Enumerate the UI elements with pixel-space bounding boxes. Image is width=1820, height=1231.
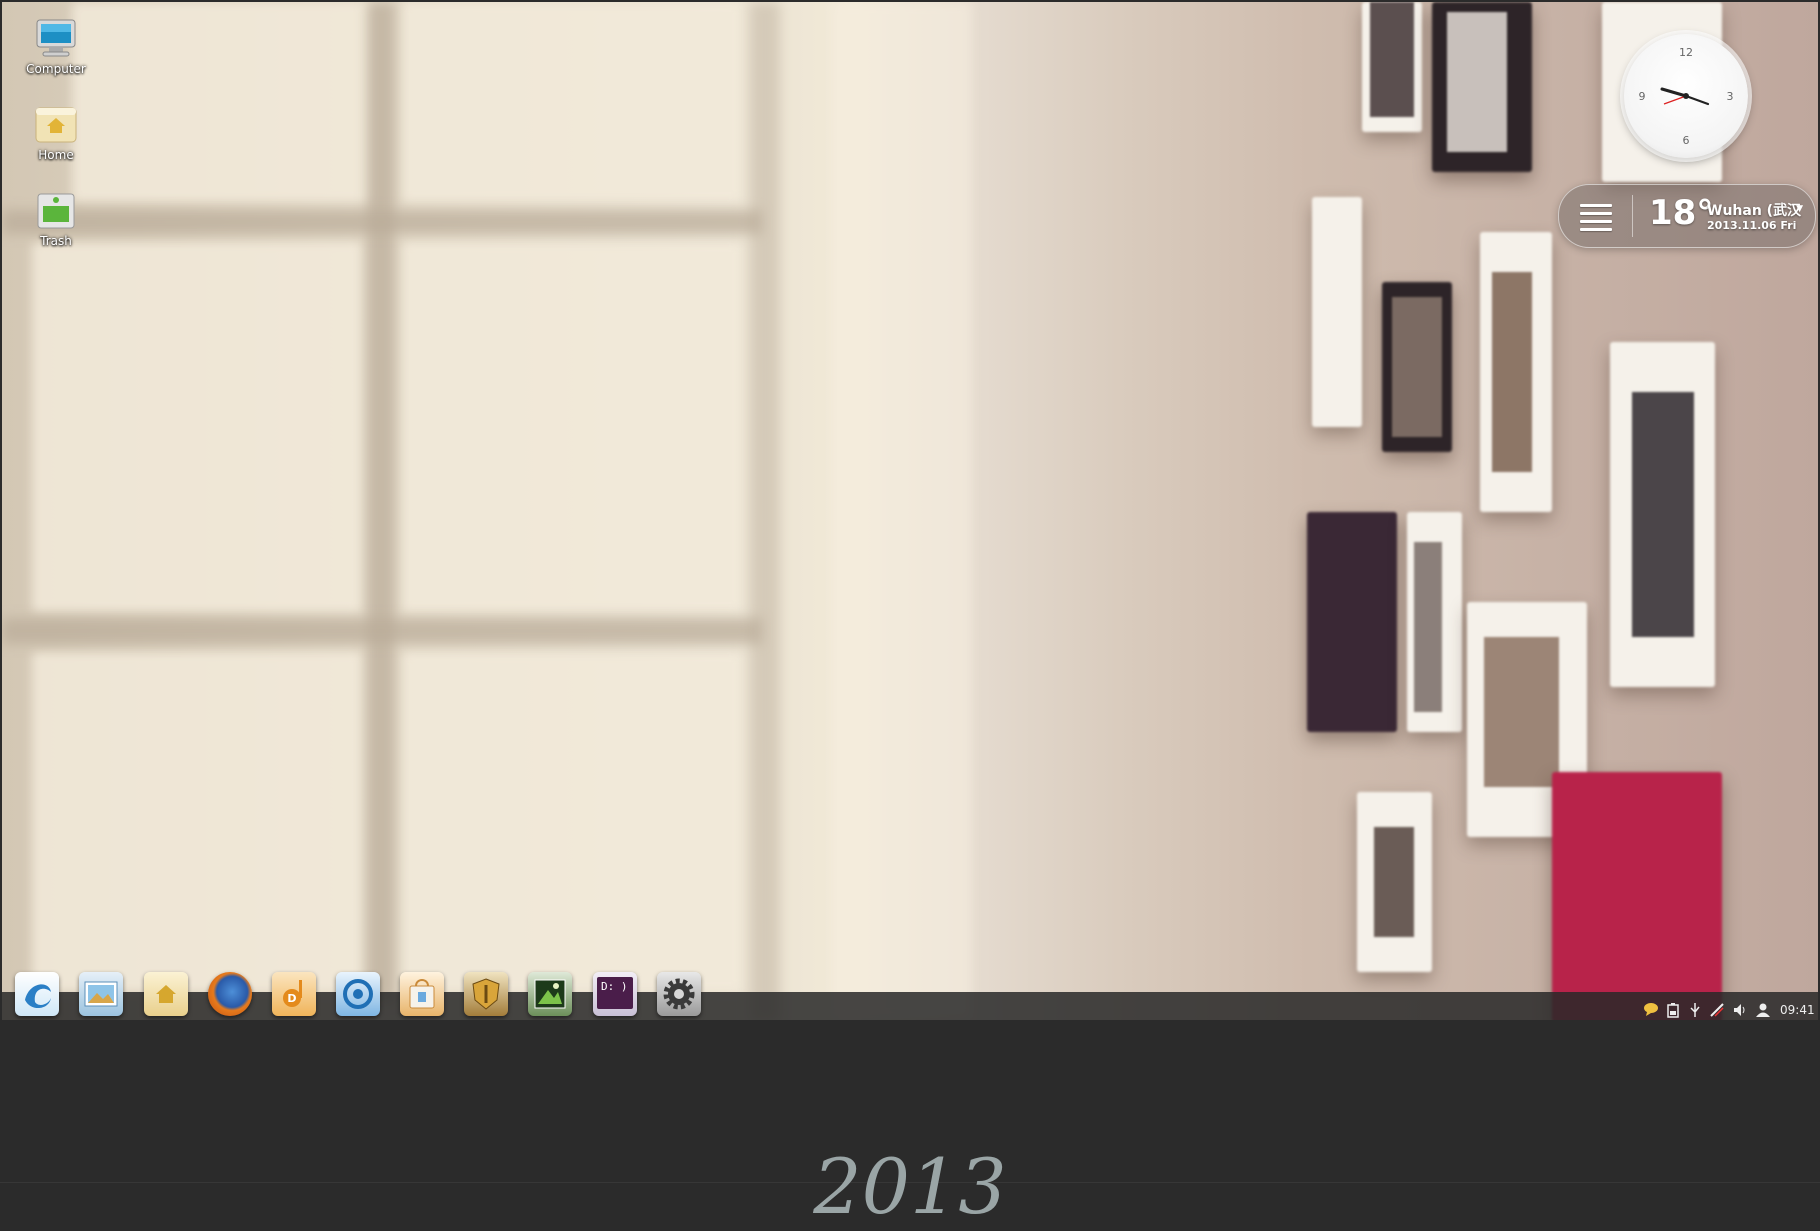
weather-date: 2013.11.06 Fri xyxy=(1707,219,1797,232)
firefox-icon[interactable] xyxy=(208,972,252,1016)
clock-numeral-12: 12 xyxy=(1679,46,1693,59)
footer-year: 2013 xyxy=(813,1142,1007,1231)
weather-menu-button[interactable] xyxy=(1577,199,1615,233)
trash-icon xyxy=(34,188,78,232)
tray-clock[interactable]: 09:41 xyxy=(1780,1003,1815,1017)
desktop-icon-label: Trash xyxy=(40,234,72,248)
user-icon[interactable] xyxy=(1755,1002,1771,1020)
desktop-screen: Computer Home Trash 12 3 6 9 18° Wuhan (… xyxy=(2,2,1818,1020)
computer-icon xyxy=(34,16,78,60)
clock-numeral-3: 3 xyxy=(1727,90,1734,103)
clock-numeral-6: 6 xyxy=(1683,134,1690,147)
weather-temperature: 18° xyxy=(1649,193,1714,233)
clock-numeral-9: 9 xyxy=(1639,90,1646,103)
weather-divider xyxy=(1632,195,1633,237)
deepin-launcher-icon[interactable] xyxy=(15,972,59,1016)
screenshot-icon[interactable] xyxy=(528,972,572,1016)
music-player-icon[interactable]: D xyxy=(272,972,316,1016)
image-viewer-icon[interactable] xyxy=(79,972,123,1016)
network-icon[interactable] xyxy=(1709,1002,1725,1020)
desktop-icon-computer[interactable]: Computer xyxy=(22,16,90,76)
file-manager-icon[interactable] xyxy=(144,972,188,1016)
media-player-icon[interactable] xyxy=(336,972,380,1016)
weather-city[interactable]: Wuhan (武汉 xyxy=(1707,200,1801,220)
battery-icon[interactable] xyxy=(1665,1002,1681,1020)
software-center-icon[interactable] xyxy=(400,972,444,1016)
chevron-down-icon[interactable]: ▼ xyxy=(1796,204,1803,214)
desktop-icon-trash[interactable]: Trash xyxy=(22,188,90,248)
terminal-icon[interactable]: D: ) xyxy=(593,972,637,1016)
weather-widget[interactable]: 18° Wuhan (武汉 2013.11.06 Fri ▼ xyxy=(1558,184,1816,248)
home-folder-icon xyxy=(34,102,78,146)
game-center-icon[interactable] xyxy=(464,972,508,1016)
chat-icon[interactable] xyxy=(1643,1002,1659,1020)
desktop-icon-label: Computer xyxy=(26,62,86,76)
desktop-icon-label: Home xyxy=(38,148,74,162)
volume-icon[interactable] xyxy=(1732,1002,1748,1020)
clock-face-icon: 12 3 6 9 xyxy=(1639,46,1734,147)
system-settings-icon[interactable] xyxy=(657,972,701,1016)
terminal-prompt: D: ) xyxy=(597,977,633,1009)
clock-widget[interactable]: 12 3 6 9 xyxy=(1624,34,1748,158)
desktop-icon-home[interactable]: Home xyxy=(22,102,90,162)
usb-icon[interactable] xyxy=(1688,1002,1702,1020)
svg-text:D: D xyxy=(287,992,296,1005)
